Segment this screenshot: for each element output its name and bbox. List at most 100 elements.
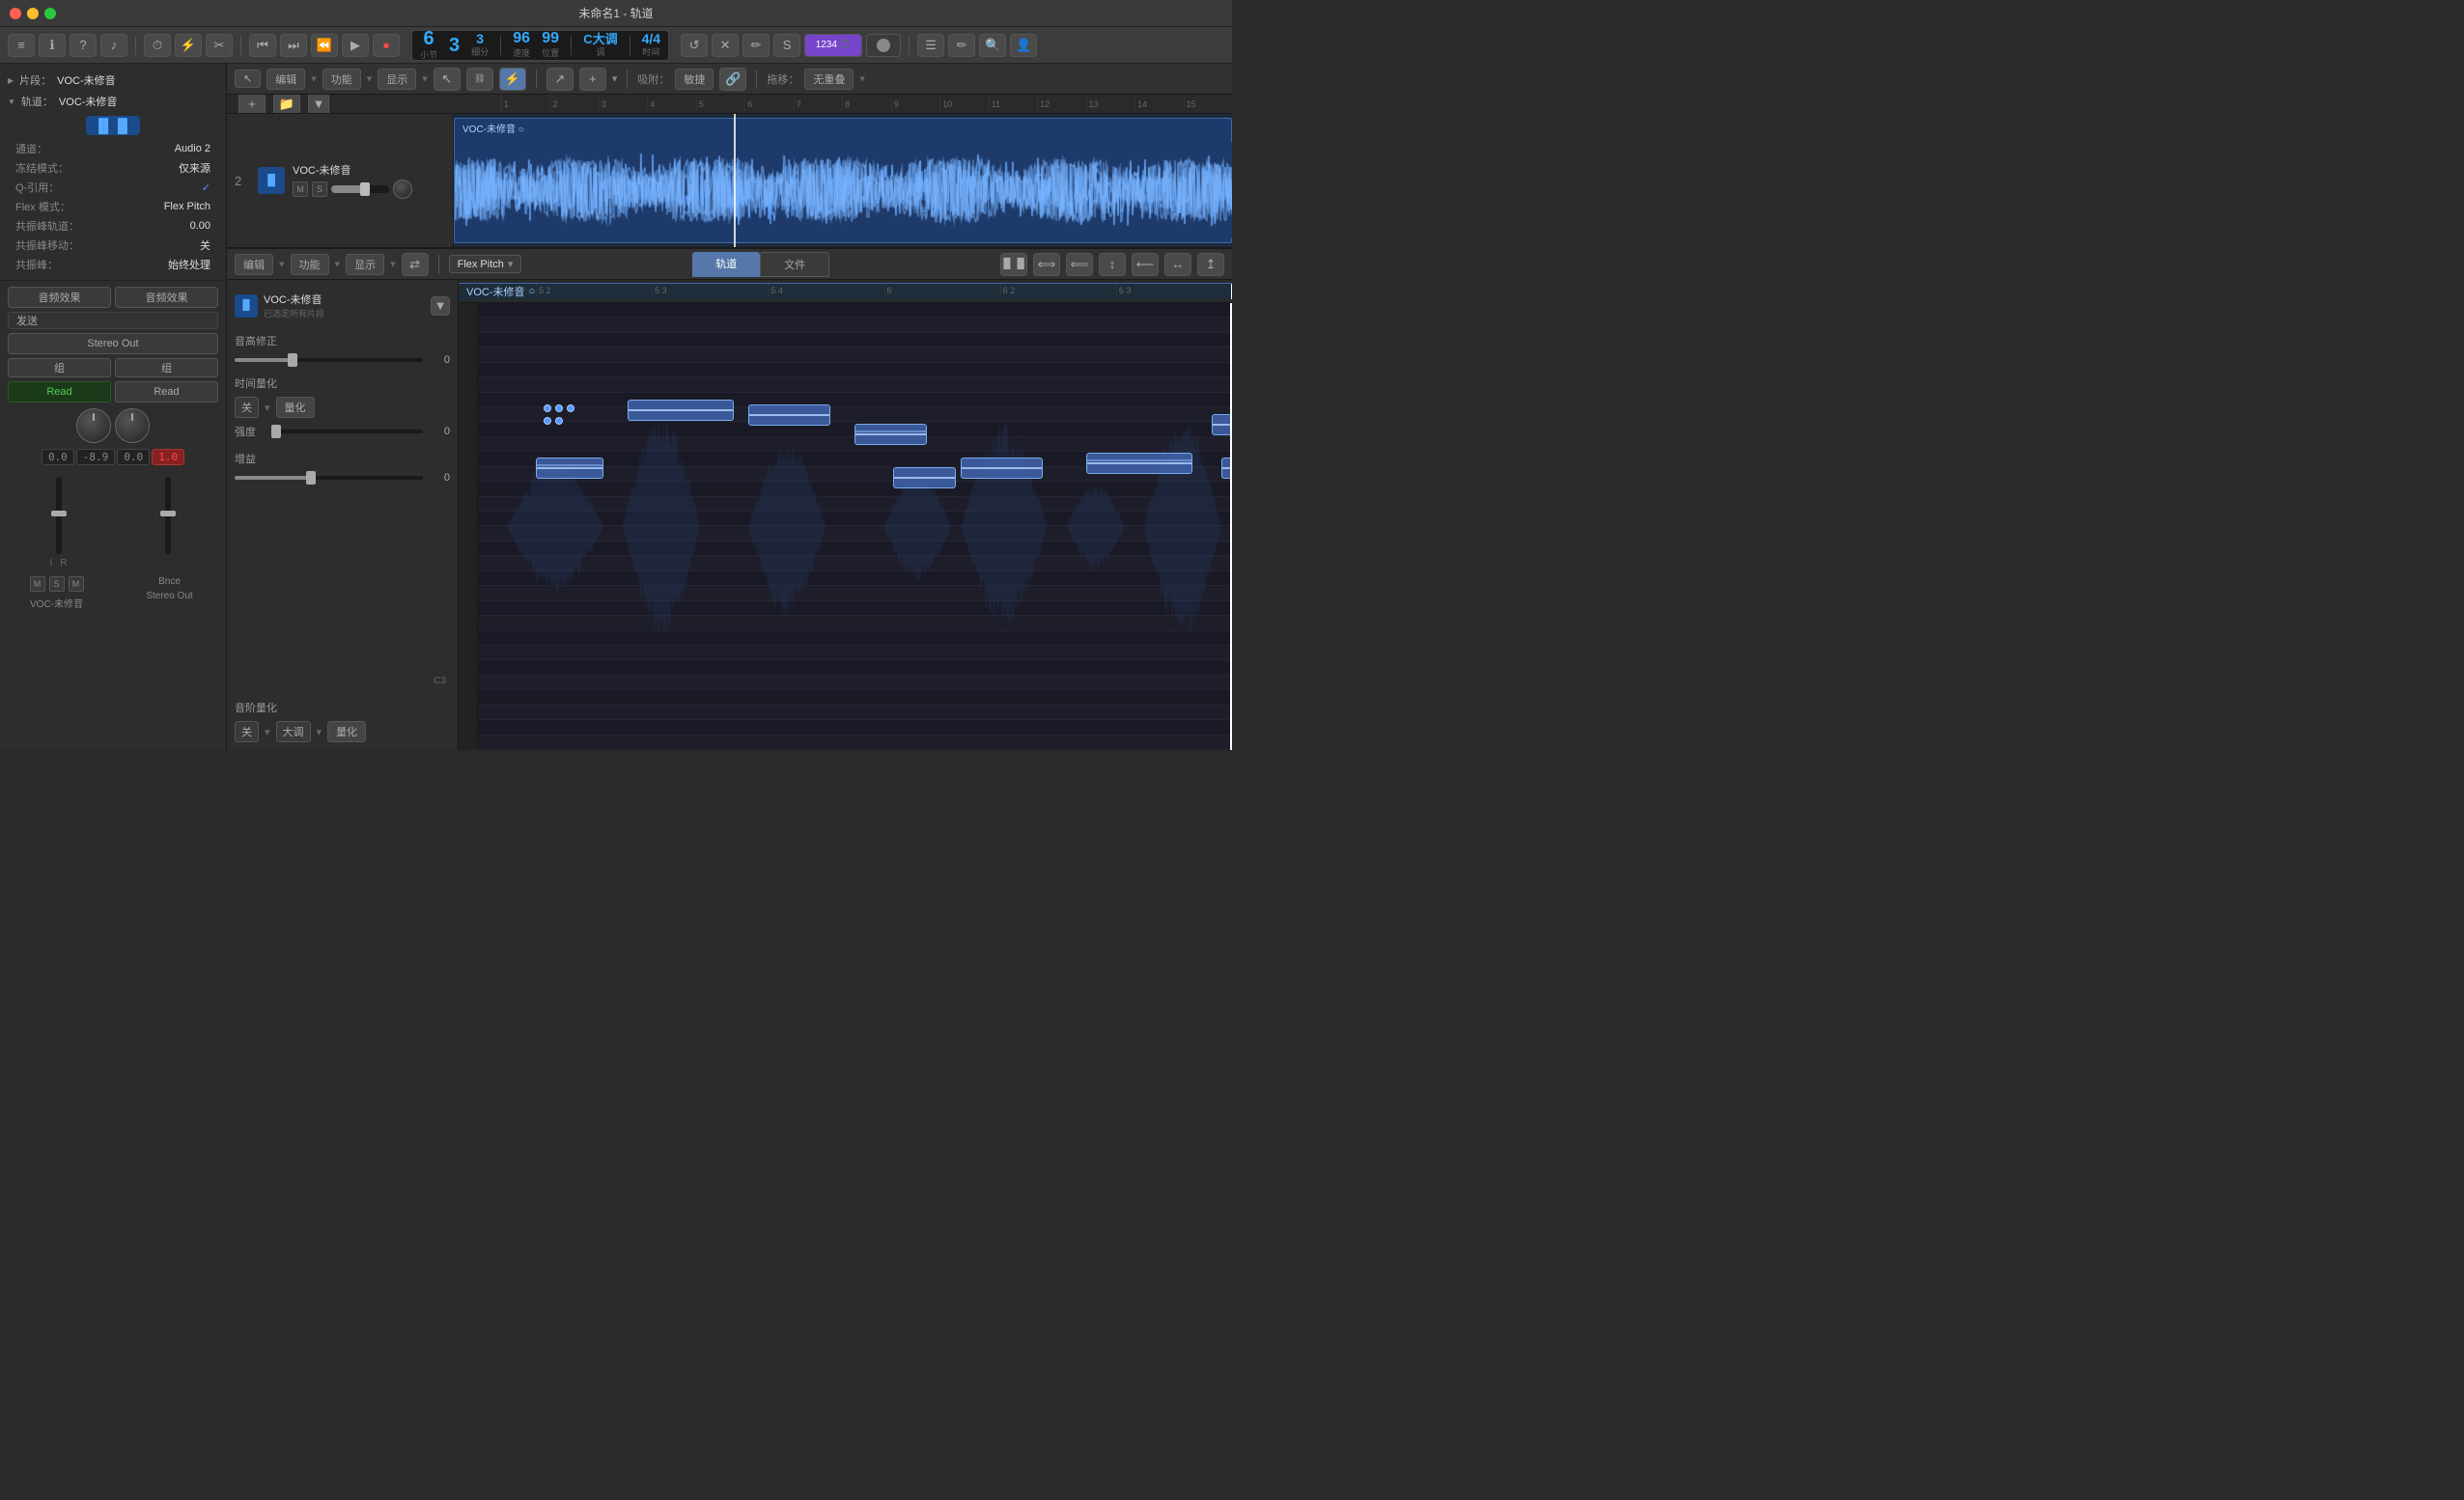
pitch-note-2[interactable] — [748, 404, 830, 426]
flex-marker-4[interactable] — [555, 417, 563, 425]
time-quantize-btn[interactable]: 量化 — [276, 397, 315, 418]
snap-icon[interactable]: 🔗 — [719, 68, 746, 91]
volume-thumb[interactable] — [360, 182, 370, 196]
folder-btn[interactable]: 📁 — [273, 95, 300, 114]
list-button[interactable]: ☰ — [917, 34, 944, 57]
flex-marker-1[interactable] — [555, 404, 563, 412]
bottom-view-btn[interactable]: 显示 — [346, 254, 384, 275]
strength-thumb[interactable] — [271, 425, 281, 438]
pitch-note-0[interactable] — [536, 458, 603, 479]
pointer-tool[interactable]: ↖ — [434, 68, 461, 91]
tab-file[interactable]: 文件 — [760, 252, 829, 277]
fp-collapse-btn[interactable]: ▼ — [431, 296, 450, 316]
read-btn-2[interactable]: Read — [115, 381, 218, 403]
add-track-btn[interactable]: + — [579, 68, 606, 91]
fit-btn[interactable]: ⟵ — [1132, 253, 1159, 276]
vol-btn[interactable]: ↥ — [1197, 253, 1224, 276]
view-btn[interactable]: 显示 — [378, 69, 416, 90]
fader-thumb-2[interactable] — [160, 511, 176, 516]
snap-btn[interactable]: 敏捷 — [675, 69, 714, 90]
filter-btn[interactable]: ⚡ — [499, 68, 526, 91]
scale-off-dropdown[interactable]: 关 — [235, 721, 259, 742]
clock-button[interactable]: ⏱ — [144, 34, 171, 57]
stereo-out-button[interactable]: Stereo Out — [8, 333, 218, 354]
person-button[interactable]: 👤 — [1010, 34, 1037, 57]
pitch-note-1[interactable] — [628, 400, 734, 421]
pencil-button[interactable]: ✏ — [742, 34, 770, 57]
strength-slider[interactable] — [271, 430, 423, 433]
pitch-note-3[interactable] — [854, 424, 927, 445]
fast-forward-button[interactable]: ⏭ — [280, 34, 307, 57]
help-button[interactable]: ? — [70, 34, 97, 57]
m-btn-bottom-2[interactable]: M — [69, 576, 84, 592]
collapse-btn[interactable]: ▼ — [308, 95, 329, 114]
s-btn-bottom[interactable]: S — [49, 576, 65, 592]
gain-thumb[interactable] — [306, 471, 316, 485]
edit2-button[interactable]: ✏ — [948, 34, 975, 57]
function-btn[interactable]: 功能 — [322, 69, 361, 90]
record-button[interactable]: ● — [373, 34, 400, 57]
mixer-button[interactable]: ⚡ — [175, 34, 202, 57]
pan-knob-1[interactable] — [76, 408, 111, 443]
minimize-button[interactable] — [27, 8, 39, 19]
close-button[interactable] — [10, 8, 21, 19]
audio-effects-btn-1[interactable]: 音频效果 — [8, 287, 111, 308]
pan-knob-2[interactable] — [115, 408, 150, 443]
send-button[interactable]: 发送 — [8, 312, 218, 329]
waveform-btn[interactable]: ▐▌▐▌ — [1000, 253, 1027, 276]
skip-back-button[interactable]: ⏪ — [311, 34, 338, 57]
no-button[interactable]: ✕ — [712, 34, 739, 57]
master-button[interactable]: 1234 🎵 — [804, 34, 862, 57]
edit-btn[interactable]: 编辑 — [266, 69, 305, 90]
group-btn-1[interactable]: 组 — [8, 358, 111, 377]
fader-thumb-1[interactable] — [51, 511, 67, 516]
audio-effects-btn-2[interactable]: 音频效果 — [115, 287, 218, 308]
tab-track[interactable]: 轨道 — [692, 252, 760, 277]
pitch-thumb[interactable] — [288, 353, 297, 367]
read-btn-1[interactable]: Read — [8, 381, 111, 403]
s-btn-track[interactable]: S — [312, 181, 327, 197]
track-volume-slider[interactable] — [331, 185, 389, 193]
track-pan[interactable] — [393, 180, 412, 199]
fader-v-1[interactable] — [56, 477, 62, 554]
m-btn-bottom[interactable]: M — [30, 576, 45, 592]
scale-quantize-btn[interactable]: 量化 — [327, 721, 366, 742]
notes-button[interactable]: ♪ — [100, 34, 127, 57]
cut-button[interactable]: ✂ — [206, 34, 233, 57]
maximize-button[interactable] — [44, 8, 56, 19]
loop-btn[interactable]: ⇄ — [402, 253, 429, 276]
bottom-edit-btn[interactable]: 编辑 — [235, 254, 273, 275]
time-off-dropdown[interactable]: 关 — [235, 397, 259, 418]
expand-2-btn[interactable]: ↔ — [1164, 253, 1191, 276]
rewind-button[interactable]: ⏮ — [249, 34, 276, 57]
back-arrow-btn[interactable]: ↖ — [235, 69, 261, 88]
lasso-btn[interactable]: ↗ — [546, 68, 574, 91]
pitch-slider[interactable] — [235, 358, 423, 362]
window-controls[interactable] — [10, 8, 56, 19]
gain-slider[interactable] — [235, 476, 423, 480]
flex-pitch-dropdown[interactable]: Flex Pitch ▾ — [449, 255, 522, 273]
group-btn-2[interactable]: 组 — [115, 358, 218, 377]
library-button[interactable]: ≡ — [8, 34, 35, 57]
bottom-function-btn[interactable]: 功能 — [291, 254, 329, 275]
zoom-waveform-btn[interactable]: ↕ — [1099, 253, 1126, 276]
flex-marker-0[interactable] — [544, 404, 551, 412]
add-track-header[interactable]: + — [238, 95, 266, 114]
info-button[interactable]: ℹ — [39, 34, 66, 57]
scale-major-dropdown[interactable]: 大调 — [276, 721, 311, 742]
pitch-note-6[interactable] — [1086, 453, 1192, 474]
drag-btn[interactable]: 无重叠 — [804, 69, 854, 90]
flex-marker-3[interactable] — [544, 417, 551, 425]
cycle-button[interactable]: ↺ — [681, 34, 708, 57]
pitch-note-5[interactable] — [961, 458, 1043, 479]
pitch-note-7[interactable] — [1212, 414, 1232, 435]
fader-v-2[interactable] — [165, 477, 171, 554]
expand-v-btn[interactable]: ⟸ — [1066, 253, 1093, 276]
waveform-clip-1[interactable]: VOC-未修音 ○ — [454, 118, 1232, 243]
play-button[interactable]: ▶ — [342, 34, 369, 57]
toggle-button[interactable] — [866, 34, 901, 57]
m-btn-track[interactable]: M — [293, 181, 308, 197]
flex-marker-2[interactable] — [567, 404, 574, 412]
pitch-note-4[interactable] — [893, 467, 956, 488]
link-btn[interactable]: ⛓ — [466, 68, 493, 91]
